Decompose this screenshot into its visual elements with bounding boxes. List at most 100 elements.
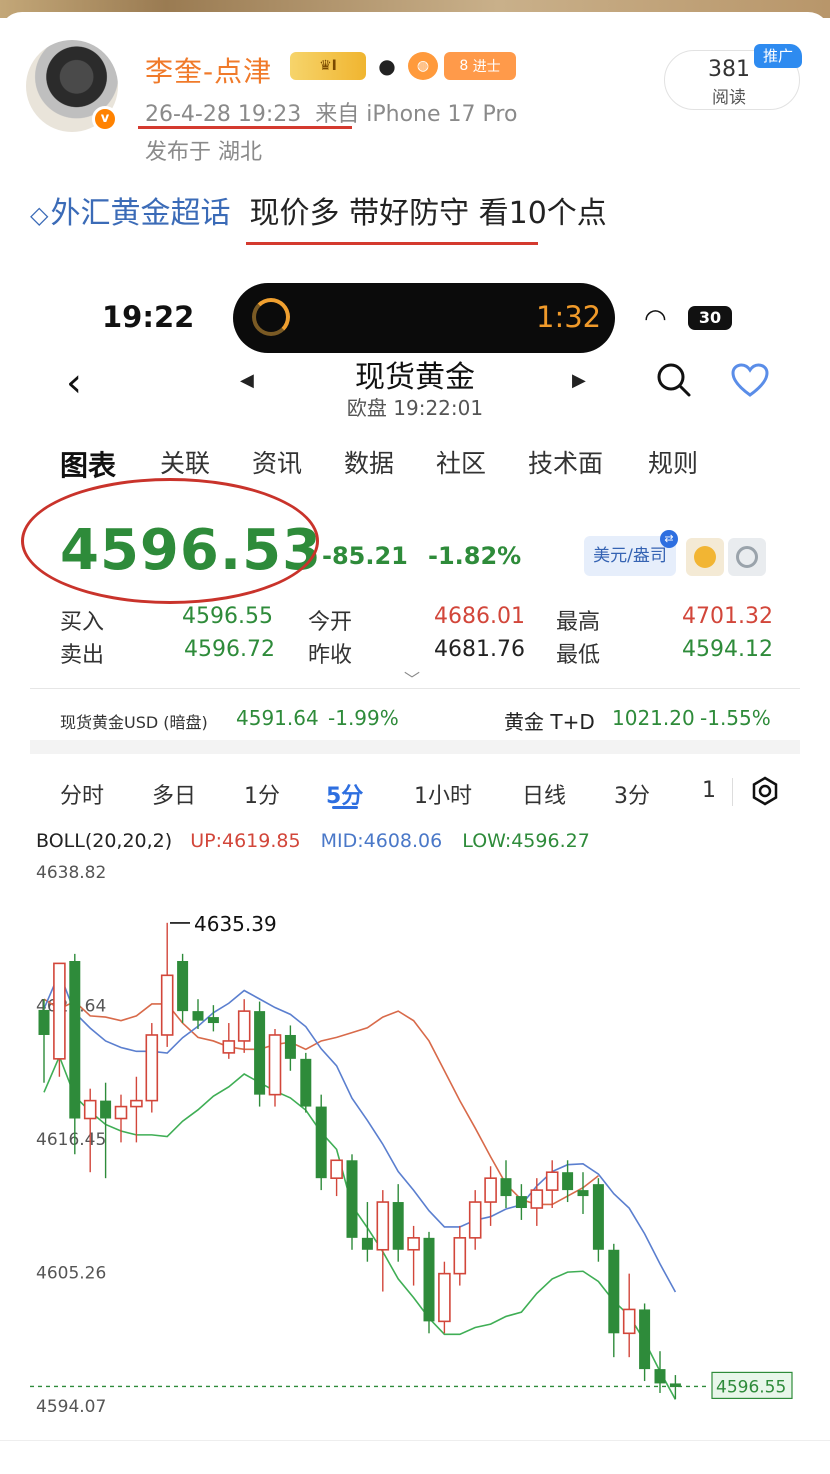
period-multiday[interactable]: 多日 (152, 778, 244, 810)
swap-icon: ⇄ (660, 530, 678, 548)
y-tick-label: 4594.07 (36, 1397, 106, 1417)
search-icon[interactable] (656, 362, 692, 398)
candle-body (284, 1034, 296, 1059)
y-tick-label: 4616.45 (36, 1130, 106, 1150)
fish-badge-icon[interactable]: ◍ (408, 52, 438, 80)
username[interactable]: 李奎-点津 (145, 50, 272, 90)
high-label: 最高 (556, 610, 601, 635)
ticker2-pct: -1.55% (700, 706, 771, 730)
candle-body (500, 1178, 512, 1197)
period-divider (732, 778, 733, 806)
heart-icon[interactable] (730, 362, 770, 398)
candle-body (392, 1202, 404, 1250)
red-underline-annotation (138, 126, 352, 129)
topic-link[interactable]: 外汇黄金超话 (50, 196, 230, 231)
tab-technical[interactable]: 技术面 (528, 444, 648, 484)
max-price-annotation: 4635.39 (194, 912, 277, 936)
buy-price: 4596.55 (182, 604, 273, 629)
settings-icon[interactable] (750, 776, 780, 806)
period-1hour[interactable]: 1小时 (414, 778, 522, 810)
tab-rules[interactable]: 规则 (648, 444, 728, 484)
candle-body (69, 960, 81, 1119)
red-circle-annotation (21, 478, 319, 604)
tab-news[interactable]: 资讯 (252, 444, 344, 484)
ticker1-name[interactable]: 现货黄金USD (暗盘) (60, 709, 208, 733)
expand-chevron-icon[interactable]: ﹀ (404, 666, 420, 690)
battery-icon: 30 (688, 306, 732, 330)
next-arrow-icon[interactable]: ▶ (572, 370, 586, 391)
calculator-icon[interactable] (728, 538, 766, 576)
candle-body (100, 1100, 112, 1119)
price-change: -85.21 (322, 542, 408, 570)
low-price: 4594.12 (682, 637, 773, 662)
panda-badge-icon[interactable]: ● (372, 52, 402, 80)
candle-body (160, 974, 174, 1036)
jinshi-badge[interactable]: 8 进士 (444, 52, 516, 80)
period-1min[interactable]: 1分 (244, 778, 326, 810)
candle-body (453, 1237, 467, 1275)
period-tabs: 分时 多日 1分 5分 1小时 日线 3分 1 (60, 778, 722, 810)
post-body: 现价多 带好防守 看10个点 (249, 196, 607, 231)
candlestick-chart[interactable]: 4638.824627.644616.454605.264594.074635.… (30, 820, 800, 1440)
candle-body (177, 960, 189, 1012)
candle-body (237, 1010, 251, 1042)
post-source: 来自 iPhone 17 Pro (315, 102, 518, 127)
post-meta: 26-4-28 19:23 来自 iPhone 17 Pro (145, 96, 517, 128)
candle-body (562, 1172, 574, 1191)
jinshi-level: 8 (459, 58, 469, 74)
period-daily[interactable]: 日线 (522, 778, 614, 810)
coin-icon[interactable] (686, 538, 724, 576)
candle-body (608, 1249, 620, 1334)
period-3min[interactable]: 3分 (614, 778, 702, 810)
candle-body (592, 1184, 604, 1250)
timer-text: 1:32 (536, 300, 602, 334)
low-label: 最低 (556, 643, 601, 668)
ticker1-price: 4591.64 (236, 706, 319, 730)
tab-data[interactable]: 数据 (344, 444, 436, 484)
promo-badge: 推广 (754, 44, 802, 68)
post-location: 发布于 湖北 (145, 140, 262, 165)
candle-body (130, 1099, 143, 1108)
candle-body (315, 1106, 327, 1179)
verified-icon: v (92, 106, 118, 132)
post-text: ◇外汇黄金超话 现价多 带好防守 看10个点 (30, 188, 607, 232)
post-timestamp: 26-4-28 19:23 (145, 102, 302, 127)
candle-body (300, 1058, 312, 1107)
ticker1-pct: -1.99% (328, 706, 399, 730)
candle-body (654, 1369, 666, 1384)
instrument-title: 现货黄金 (355, 360, 475, 395)
divider (30, 688, 800, 689)
candle-body (407, 1237, 420, 1251)
candle-body (53, 962, 66, 1060)
buy-label: 买入 (60, 610, 105, 635)
period-more[interactable]: 1 (702, 778, 722, 810)
candle-body (207, 1017, 219, 1024)
wifi-icon: ◠ (644, 304, 667, 334)
candle-body (515, 1196, 527, 1209)
bottom-toolbar (0, 1440, 830, 1474)
read-label: 阅读 (712, 88, 746, 108)
crown-badge-icon[interactable]: ♛ I (290, 52, 366, 80)
candle-body (192, 1011, 204, 1021)
candle-body (468, 1201, 482, 1239)
tab-community[interactable]: 社区 (436, 444, 528, 484)
candle-body (83, 1099, 97, 1120)
candle-body (114, 1105, 128, 1120)
ticker2-name[interactable]: 黄金 T+D (504, 706, 595, 735)
open-label: 今开 (308, 610, 353, 635)
jinshi-label: 进士 (472, 59, 501, 75)
candle-body (622, 1308, 636, 1335)
open-price: 4686.01 (434, 604, 525, 629)
status-time: 19:22 (102, 300, 195, 334)
ticker2-price: 1021.20 (612, 706, 695, 730)
candle-body (145, 1034, 159, 1102)
candle-body (268, 1034, 282, 1096)
candle-body (361, 1237, 373, 1250)
crown-badge-level: I (331, 58, 337, 74)
period-intraday[interactable]: 分时 (60, 778, 152, 810)
candle-body (438, 1272, 451, 1323)
diamond-icon: ◇ (30, 201, 49, 229)
candle-body (376, 1201, 390, 1251)
candle-body (254, 1011, 266, 1095)
y-tick-label: 4638.82 (36, 863, 106, 883)
